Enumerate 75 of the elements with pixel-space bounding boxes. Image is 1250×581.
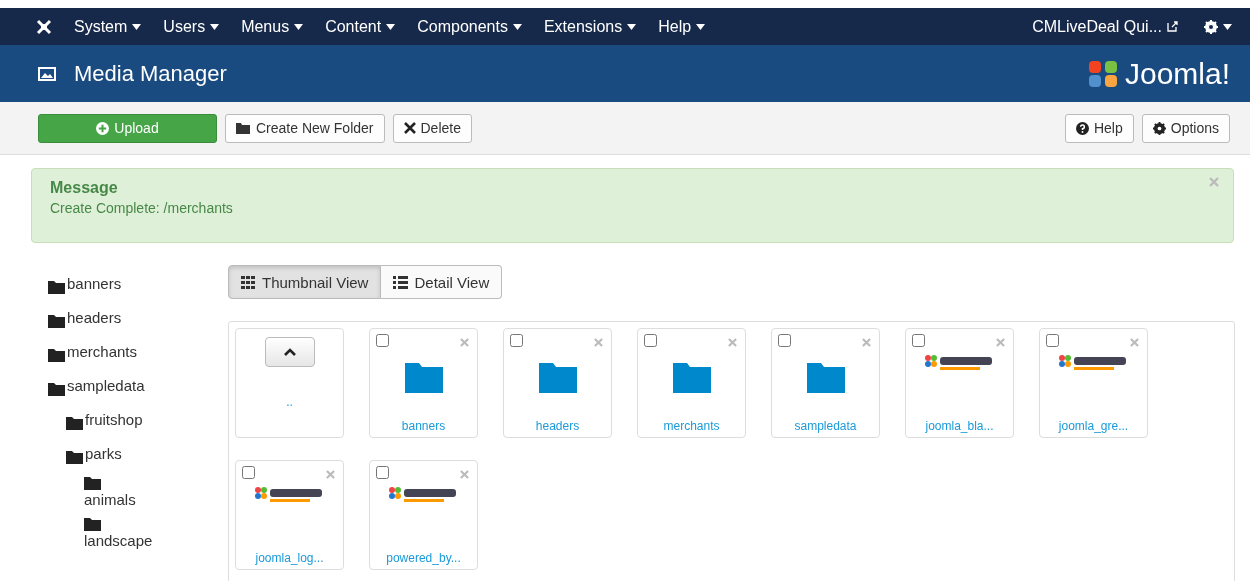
folder-icon [404,363,443,393]
select-checkbox[interactable] [376,334,389,347]
settings-icon [1152,121,1166,135]
folder-name[interactable]: animals [84,490,228,510]
toolbar-button[interactable]: Delete [392,113,472,143]
folder-name[interactable]: headers [67,305,122,330]
up-button[interactable] [264,337,315,367]
folder-icon [48,349,65,362]
select-checkbox[interactable] [1046,334,1059,347]
folder-icon [84,477,101,490]
select-checkbox[interactable] [510,334,523,347]
select-checkbox[interactable] [376,466,389,479]
close-icon[interactable] [460,470,469,479]
caret-icon [294,23,304,30]
external-link-icon [1167,21,1178,32]
select-checkbox[interactable] [644,334,657,347]
select-checkbox[interactable] [912,334,925,347]
close-icon[interactable] [326,470,335,479]
close-icon[interactable] [862,338,871,347]
caret-icon [512,23,522,30]
folder-name[interactable]: landscape [84,531,228,551]
menu-item[interactable]: Users [163,17,220,36]
brand-name: Joomla! [1124,56,1230,91]
folder-icon [538,363,577,393]
close-icon[interactable] [996,338,1005,347]
caret-icon [132,23,142,30]
folder-name[interactable]: fruitshop [85,407,143,432]
plus-circle-icon [96,121,110,135]
message-heading: Message [50,179,119,197]
toolbar-button[interactable]: Help [1064,113,1134,143]
folder-icon [48,315,65,328]
select-checkbox[interactable] [242,466,255,479]
question-circle-icon [1075,121,1089,135]
folder-icon [84,518,101,531]
toolbar-button[interactable]: Options [1141,113,1230,143]
folder-name[interactable]: banners [67,271,122,296]
folder-icon [48,281,65,294]
caret-icon [696,23,706,30]
settings-icon[interactable] [1204,19,1218,34]
folder-name[interactable]: sampledata [67,373,145,398]
close-icon[interactable] [728,338,737,347]
caret-icon [210,23,220,30]
menu-item[interactable]: Components [417,17,522,36]
select-checkbox[interactable] [778,334,791,347]
toolbar-button[interactable]: Create New Folder [225,113,385,143]
close-icon[interactable] [1130,338,1139,347]
folder-icon [806,363,845,393]
menu-item[interactable]: System [74,17,142,36]
menu-item[interactable]: Extensions [543,17,637,36]
close-icon[interactable] [1209,177,1219,187]
folder-icon [672,363,711,393]
folder-icon [48,383,65,396]
folder-icon [236,122,251,134]
menu-item[interactable]: Menus [241,17,304,36]
close-icon[interactable] [594,338,603,347]
menu-item[interactable]: Content [325,17,396,36]
site-link[interactable]: CMLiveDeal Qui... [1032,17,1178,36]
close-icon [403,122,416,134]
caret-icon [1223,23,1232,30]
view-button[interactable]: Thumbnail View [228,265,382,299]
folder-name[interactable]: parks [85,441,122,466]
folder-icon [66,451,83,464]
caret-icon [627,23,637,30]
view-button[interactable]: Detail View [381,265,503,299]
folder-icon [66,417,83,430]
menu-item[interactable]: Help [658,17,706,36]
page-title: Media Manager [74,60,227,87]
list-icon [393,275,409,289]
message-text: Create Complete: /merchants [50,200,234,216]
caret-icon [386,23,396,30]
folder-name[interactable]: merchants [67,339,138,364]
chevron-up-icon [283,348,296,356]
close-icon[interactable] [460,338,469,347]
image-icon [38,66,56,81]
grid-icon [241,275,256,289]
